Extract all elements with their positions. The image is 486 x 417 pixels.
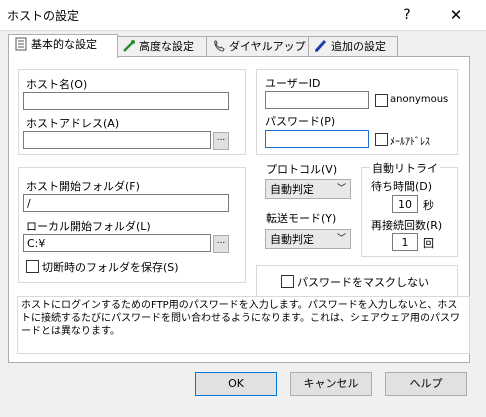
reconnect-count-input[interactable]: 1 (392, 233, 418, 251)
retry-title: 自動リトライ (370, 160, 440, 176)
folder-group: ホスト開始フォルダ(F) / ローカル開始フォルダ(L) C:¥ ... 切断時… (18, 167, 246, 283)
document-icon (15, 37, 27, 51)
description-box: ホストにログインするためのFTP用のパスワードを入力します。パスワードを入力しな… (17, 296, 470, 354)
retry-group: 自動リトライ 待ち時間(D) 10 秒 再接続回数(R) 1 回 (361, 160, 458, 257)
tab-advanced-settings[interactable]: 高度な設定 (116, 36, 208, 57)
ok-button[interactable]: OK (195, 372, 277, 396)
mask-password-group: パスワードをマスクしない (256, 265, 458, 297)
protocol-select[interactable]: 自動判定 ﹀ (265, 179, 351, 199)
mask-password-checkbox[interactable] (281, 275, 294, 288)
user-id-input[interactable] (265, 91, 369, 109)
chevron-down-icon: ﹀ (336, 234, 346, 244)
cancel-button[interactable]: キャンセル (290, 372, 372, 396)
user-id-label: ユーザーID (265, 77, 321, 90)
host-address-browse-button[interactable]: ... (213, 132, 229, 150)
local-folder-input[interactable]: C:¥ (23, 234, 211, 252)
host-name-input[interactable] (23, 92, 229, 110)
title-bar: ホストの設定 ? ✕ (0, 0, 486, 31)
wait-time-unit: 秒 (423, 199, 434, 212)
host-folder-label: ホスト開始フォルダ(F) (26, 180, 140, 193)
mask-password-label: パスワードをマスクしない (297, 276, 429, 289)
pen-icon (314, 39, 327, 53)
host-address-input[interactable] (23, 131, 211, 149)
host-group: ホスト名(O) ホストアドレス(A) ... (18, 69, 246, 155)
save-folder-label: 切断時のフォルダを保存(S) (42, 261, 179, 274)
save-folder-checkbox[interactable] (26, 260, 39, 273)
wait-time-input[interactable]: 10 (392, 195, 418, 213)
host-name-label: ホスト名(O) (26, 78, 88, 91)
reconnect-count-unit: 回 (423, 237, 434, 250)
tab-bar: 基本的な設定 高度な設定 ダイヤルアップ 追加の設定 (8, 34, 478, 58)
user-group: ユーザーID anonymous パスワード(P) ﾒｰﾙｱﾄﾞﾚｽ (256, 69, 458, 155)
host-address-label: ホストアドレス(A) (26, 117, 120, 130)
host-folder-input[interactable]: / (23, 194, 229, 212)
tab-dialup[interactable]: ダイヤルアップ (206, 36, 310, 57)
help-icon[interactable]: ? (392, 3, 422, 27)
tab-label: 追加の設定 (331, 40, 386, 53)
protocol-value: 自動判定 (270, 183, 314, 196)
tab-basic-settings[interactable]: 基本的な設定 (8, 34, 118, 58)
anonymous-label: anonymous (390, 94, 449, 105)
mail-address-label: ﾒｰﾙｱﾄﾞﾚｽ (390, 137, 430, 148)
tab-label: 基本的な設定 (31, 38, 97, 51)
tab-label: 高度な設定 (139, 40, 194, 53)
window-title: ホストの設定 (7, 9, 80, 23)
transfer-mode-select[interactable]: 自動判定 ﹀ (265, 229, 351, 249)
phone-icon (214, 40, 225, 52)
tab-additional-settings[interactable]: 追加の設定 (308, 36, 398, 57)
password-label: パスワード(P) (265, 115, 336, 128)
help-button[interactable]: ヘルプ (385, 372, 467, 396)
mail-address-checkbox[interactable] (375, 133, 388, 146)
password-input[interactable] (265, 130, 369, 148)
chevron-down-icon: ﹀ (336, 184, 346, 194)
wait-time-label: 待ち時間(D) (371, 180, 433, 193)
local-folder-browse-button[interactable]: ... (213, 235, 229, 253)
transfer-mode-label: 転送モード(Y) (265, 210, 338, 226)
reconnect-count-label: 再接続回数(R) (371, 219, 443, 232)
anonymous-checkbox[interactable] (375, 94, 388, 107)
protocol-label: プロトコル(V) (265, 161, 339, 177)
wrench-icon (123, 40, 135, 52)
close-icon[interactable]: ✕ (439, 3, 473, 27)
tab-label: ダイヤルアップ (229, 40, 306, 53)
local-folder-label: ローカル開始フォルダ(L) (26, 220, 151, 233)
transfer-mode-value: 自動判定 (270, 233, 314, 246)
